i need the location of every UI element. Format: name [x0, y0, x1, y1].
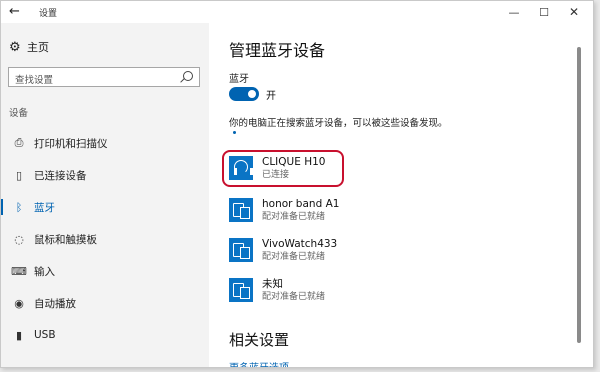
- maximize-button[interactable]: ☐: [529, 1, 559, 23]
- device-name: VivoWatch433: [262, 237, 338, 250]
- device-status: 已连接: [262, 169, 290, 180]
- toggle-knob: [248, 90, 256, 98]
- search-placeholder: 查找设置: [15, 75, 54, 86]
- device-status: 配对准备已就绪: [262, 251, 326, 262]
- usb-icon: ▮: [15, 328, 23, 342]
- section-label: 设备: [9, 108, 29, 119]
- home-label: 主页: [27, 41, 49, 54]
- bluetooth-label: 蓝牙: [229, 74, 249, 85]
- sidebar-item-label: 已连接设备: [34, 169, 87, 182]
- phone-device-icon: [229, 198, 253, 222]
- sidebar-item-label: 自动播放: [34, 297, 76, 310]
- title-bar: ← 设置 — ☐ ✕: [1, 1, 593, 23]
- device-name: 未知: [262, 277, 283, 290]
- sidebar-item-bluetooth[interactable]: ᛒ 蓝牙: [1, 195, 209, 219]
- connected-devices-icon: ▯: [15, 168, 23, 182]
- home-link[interactable]: ⚙ 主页: [9, 39, 49, 55]
- sidebar-item-label: 鼠标和触摸板: [34, 233, 97, 246]
- device-status: 配对准备已就绪: [262, 291, 326, 302]
- window-title: 设置: [39, 9, 58, 19]
- back-arrow-icon[interactable]: ←: [9, 4, 20, 20]
- phone-device-icon: [229, 238, 253, 262]
- sidebar-item-label: 输入: [34, 265, 55, 278]
- main-content: 管理蓝牙设备 蓝牙 开 你的电脑正在搜索蓝牙设备，可以被这些设备发现。 CLIQ…: [209, 23, 585, 367]
- settings-window: ← 设置 — ☐ ✕ ⚙ 主页 查找设置 设备 ⎙ 打印机和扫描仪 ▯ 已连接设…: [0, 0, 594, 368]
- device-status: 配对准备已就绪: [262, 211, 326, 222]
- phone-device-icon: [229, 278, 253, 302]
- sidebar-item-printers[interactable]: ⎙ 打印机和扫描仪: [1, 131, 209, 155]
- device-item-vivowatch[interactable]: VivoWatch433 配对准备已就绪: [229, 233, 529, 267]
- device-name: honor band A1: [262, 197, 340, 210]
- device-item-unknown[interactable]: 未知 配对准备已就绪: [229, 273, 529, 307]
- close-button[interactable]: ✕: [559, 1, 589, 23]
- sidebar-item-label: 打印机和扫描仪: [34, 137, 108, 150]
- device-name: CLIQUE H10: [262, 155, 326, 168]
- autoplay-icon: ◉: [14, 296, 24, 310]
- search-status-text: 你的电脑正在搜索蓝牙设备，可以被这些设备发现。: [229, 118, 448, 129]
- more-bluetooth-options-link[interactable]: 更多蓝牙选项: [229, 359, 289, 367]
- sidebar: ⚙ 主页 查找设置 设备 ⎙ 打印机和扫描仪 ▯ 已连接设备 ᛒ 蓝牙 ◌ 鼠标…: [1, 23, 209, 367]
- progress-dot: [233, 131, 236, 134]
- toggle-state-label: 开: [266, 91, 276, 102]
- mouse-icon: ◌: [14, 232, 24, 246]
- search-icon[interactable]: [183, 71, 193, 81]
- device-item-honor-band[interactable]: honor band A1 配对准备已就绪: [229, 193, 529, 227]
- sidebar-item-autoplay[interactable]: ◉ 自动播放: [1, 291, 209, 315]
- sidebar-item-connected-devices[interactable]: ▯ 已连接设备: [1, 163, 209, 187]
- related-settings-heading: 相关设置: [229, 331, 290, 349]
- gear-icon: ⚙: [9, 39, 21, 55]
- scrollbar[interactable]: [577, 47, 581, 343]
- search-input[interactable]: 查找设置: [8, 67, 200, 87]
- page-title: 管理蓝牙设备: [229, 41, 326, 60]
- bluetooth-toggle[interactable]: [229, 87, 259, 101]
- headset-icon: [229, 156, 253, 180]
- sidebar-item-label: 蓝牙: [34, 201, 55, 214]
- printer-icon: ⎙: [14, 136, 24, 149]
- sidebar-item-usb[interactable]: ▮ USB: [1, 323, 209, 347]
- sidebar-item-input[interactable]: ⌨ 输入: [1, 259, 209, 283]
- sidebar-item-label: USB: [34, 329, 56, 341]
- sidebar-item-mouse[interactable]: ◌ 鼠标和触摸板: [1, 227, 209, 251]
- keyboard-icon: ⌨: [11, 264, 27, 278]
- device-item-clique-h10[interactable]: CLIQUE H10 已连接: [229, 151, 529, 185]
- bluetooth-icon: ᛒ: [15, 200, 23, 214]
- minimize-button[interactable]: —: [499, 1, 529, 23]
